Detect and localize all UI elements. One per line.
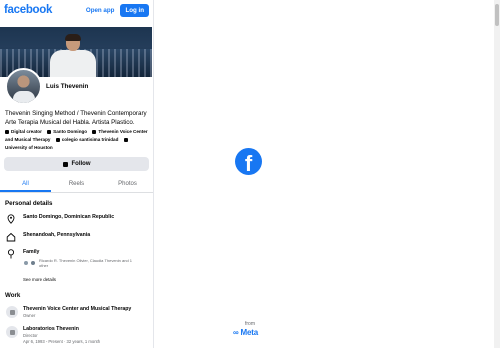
work-item[interactable]: Laboratorios Thevenin Director Apr 6, 19… xyxy=(6,326,152,344)
profile-tabs: All Reels Photos xyxy=(0,178,153,193)
profile-name: Luis Thevenin xyxy=(46,83,89,90)
meta-wordmark: Meta xyxy=(240,328,259,337)
briefcase-icon xyxy=(92,129,97,134)
current-city[interactable]: Santo Domingo, Dominican Republic xyxy=(23,214,114,221)
meta-logo: ∞ Meta xyxy=(233,328,258,337)
page-scrollbar[interactable] xyxy=(494,0,500,348)
workplace-logo xyxy=(6,306,18,318)
work-item[interactable]: Thevenin Voice Center and Musical Therap… xyxy=(6,306,152,319)
top-bar: facebook Open app Log in xyxy=(0,0,153,20)
open-app-link[interactable]: Open app xyxy=(86,7,115,14)
facebook-logo-icon: f xyxy=(235,148,262,175)
current-city-row: Santo Domingo, Dominican Republic xyxy=(6,214,152,224)
tab-reels[interactable]: Reels xyxy=(51,178,102,192)
profile-avatar[interactable] xyxy=(5,68,42,105)
from-label: from xyxy=(245,321,255,327)
graduation-cap-icon xyxy=(55,137,60,142)
desktop-side-panel: f from ∞ Meta xyxy=(153,0,494,348)
follow-button[interactable]: Follow xyxy=(4,157,149,171)
workplace-logo xyxy=(6,326,18,338)
follow-label: Follow xyxy=(71,161,91,167)
login-button[interactable]: Log in xyxy=(120,3,149,17)
home-icon xyxy=(6,232,16,242)
hometown-row: Shenandoah, Pennsylvania xyxy=(6,232,152,242)
profile-facts: Digital creator Santo Domingo Thevenin V… xyxy=(5,128,151,152)
fact-category: Digital creator xyxy=(11,129,42,134)
see-more-details-link[interactable]: See more details xyxy=(23,277,56,282)
family-label: Family xyxy=(23,249,40,255)
work-role: Owner xyxy=(23,313,36,318)
family-tree-icon xyxy=(7,249,15,259)
work-name[interactable]: Laboratorios Thevenin xyxy=(23,326,100,333)
family-members-text: Ricardo R. Thevenin Olivier, Claudia The… xyxy=(39,258,133,268)
fact-location: Santo Domingo xyxy=(53,129,88,134)
tab-all[interactable]: All xyxy=(0,178,51,192)
fact-university[interactable]: University of Houston xyxy=(5,145,53,150)
avatar xyxy=(23,260,29,266)
follow-icon xyxy=(62,161,68,167)
hometown[interactable]: Shenandoah, Pennsylvania xyxy=(23,232,90,239)
work-title: Work xyxy=(5,292,21,299)
location-pin-icon xyxy=(7,214,15,224)
avatar xyxy=(30,260,36,266)
family-members[interactable]: Ricardo R. Thevenin Olivier, Claudia The… xyxy=(23,258,139,268)
personal-details-title: Personal details xyxy=(5,200,53,207)
briefcase-icon xyxy=(5,129,9,134)
fact-school[interactable]: colegio santisima trinidad xyxy=(62,137,119,142)
mobile-profile-column: facebook Open app Log in Luis Thevenin T… xyxy=(0,0,153,348)
work-name[interactable]: Thevenin Voice Center and Musical Therap… xyxy=(23,306,131,313)
meta-infinity-icon: ∞ xyxy=(233,328,239,337)
family-row: Family Ricardo R. Thevenin Olivier, Clau… xyxy=(6,249,152,268)
facebook-wordmark[interactable]: facebook xyxy=(4,4,52,16)
profile-bio: Thevenin Singing Method / Thevenin Conte… xyxy=(5,110,147,126)
cover-person xyxy=(50,34,98,77)
tab-photos[interactable]: Photos xyxy=(102,178,153,192)
location-pin-icon xyxy=(47,129,52,134)
graduation-cap-icon xyxy=(123,137,128,142)
scrollbar-thumb[interactable] xyxy=(495,4,499,26)
work-dates: Apr 6, 1993 - Present · 32 years, 1 mont… xyxy=(23,338,101,344)
